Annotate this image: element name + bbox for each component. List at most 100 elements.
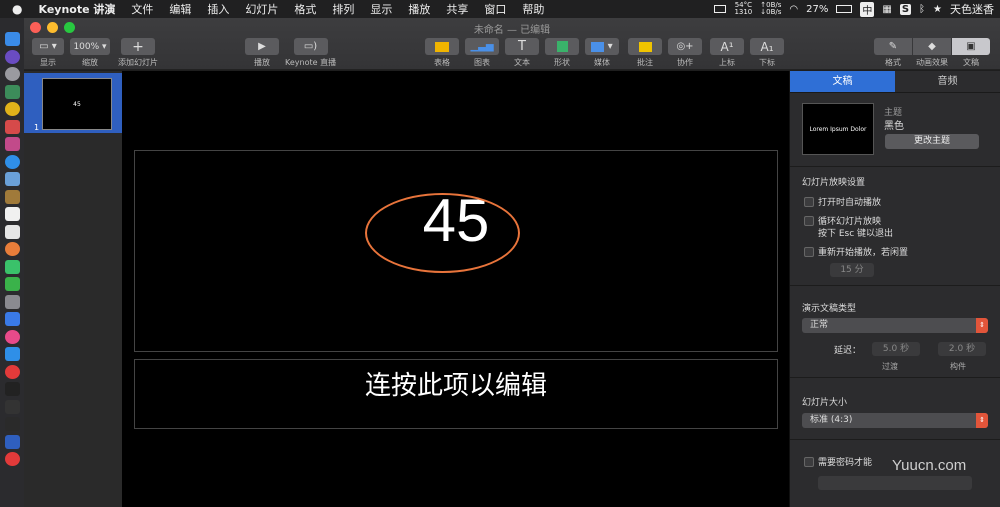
slide-thumbnail[interactable]: 45	[42, 78, 112, 130]
menu-share[interactable]: 共享	[438, 1, 476, 17]
autoplay-checkbox[interactable]: 打开时自动播放	[804, 195, 881, 208]
terminal-icon[interactable]	[4, 382, 20, 396]
transition-delay-field[interactable]: 5.0 秒	[872, 342, 920, 356]
menu-arrange[interactable]: 排列	[324, 1, 362, 17]
body-placeholder[interactable]: 连按此项以编辑	[134, 359, 778, 429]
presentation-type-heading: 演示文稿类型	[802, 304, 857, 314]
s-app-icon[interactable]: S	[899, 3, 912, 15]
collaborate-button[interactable]: ◎+	[668, 38, 702, 55]
finder-icon[interactable]	[4, 32, 20, 46]
photos-icon[interactable]	[4, 242, 20, 256]
app-icon-red[interactable]	[4, 119, 20, 134]
menu-insert[interactable]: 插入	[199, 1, 237, 17]
battery-icon[interactable]	[836, 5, 853, 13]
media-button[interactable]: ▾	[585, 38, 619, 55]
menu-app[interactable]: Keynote 讲演	[30, 1, 123, 17]
yandex-icon[interactable]	[4, 452, 20, 466]
zoom-select[interactable]: 100% ▾	[70, 38, 110, 55]
table-button[interactable]	[425, 38, 459, 55]
menu-help[interactable]: 帮助	[514, 1, 552, 17]
temp-readout[interactable]: 54°C 1310	[734, 2, 752, 16]
slide-body-text[interactable]: 连按此项以编辑	[135, 365, 777, 402]
activity-monitor-icon[interactable]	[4, 399, 20, 414]
subscript-control: A₁ 下标	[750, 38, 784, 68]
comment-button[interactable]	[628, 38, 662, 55]
table-control: 表格	[425, 38, 459, 68]
chart-control: ▁▃▅ 图表	[465, 38, 499, 68]
apple-icon[interactable]: ●	[0, 2, 30, 16]
theme-name: 黑色	[884, 121, 904, 132]
system-preferences-icon[interactable]	[4, 294, 20, 309]
itunes-icon[interactable]	[4, 329, 20, 344]
collaborate-icon: ◎+	[676, 41, 694, 52]
battery-percent: 27%	[806, 3, 829, 15]
format-button[interactable]: ✎	[874, 38, 912, 55]
bluetooth-icon[interactable]: ᛒ	[919, 4, 925, 15]
menu-format[interactable]: 格式	[286, 1, 324, 17]
tab-document[interactable]: 文稿	[790, 71, 895, 92]
view-button[interactable]: ▭ ▾	[32, 38, 64, 55]
document-button[interactable]: ▣	[952, 38, 990, 55]
android-studio-icon[interactable]	[4, 84, 20, 99]
tab-audio[interactable]: 音频	[895, 71, 1000, 92]
calendar-icon[interactable]	[4, 207, 20, 221]
slide-canvas[interactable]: 45 连按此项以编辑	[122, 71, 789, 507]
preview-icon[interactable]	[4, 172, 20, 186]
menu-file[interactable]: 文件	[123, 1, 161, 17]
subscript-button[interactable]: A₁	[750, 38, 784, 55]
require-password-checkbox[interactable]: 需要密码才能	[804, 455, 872, 468]
monitor-icon[interactable]	[714, 5, 727, 13]
user-name[interactable]: 天色迷香	[950, 1, 994, 17]
messages-icon[interactable]	[4, 259, 20, 274]
console-icon[interactable]	[4, 417, 20, 431]
format-control: ✎ 格式	[874, 38, 912, 68]
keynote-live-icon: ▭)	[303, 41, 318, 52]
reminders-icon[interactable]	[4, 224, 20, 239]
change-theme-button[interactable]: 更改主题	[885, 134, 979, 149]
keynote-live-button[interactable]: ▭)	[293, 38, 328, 55]
wifi-icon[interactable]: ◠	[789, 4, 798, 15]
restart-idle-checkbox[interactable]: 重新开始播放，若闲置	[804, 245, 908, 258]
checkbox-box	[804, 456, 814, 467]
slide-thumbnail-selected[interactable]: 1 45	[24, 73, 122, 133]
paintbrush-icon: ✎	[888, 41, 898, 52]
build-delay-field[interactable]: 2.0 秒	[938, 342, 986, 356]
collaborate-label: 协作	[677, 58, 693, 67]
menu-play[interactable]: 播放	[400, 1, 438, 17]
keynote-icon[interactable]	[4, 312, 20, 326]
vivaldi-icon[interactable]	[4, 364, 20, 379]
slide-size-select[interactable]: 标准 (4:3) ⇕	[802, 413, 988, 428]
format-label: 格式	[885, 58, 901, 67]
text-button[interactable]: T	[505, 38, 539, 55]
chrome-icon[interactable]	[4, 102, 20, 116]
star-icon[interactable]: ★	[933, 4, 942, 15]
menu-view[interactable]: 显示	[362, 1, 400, 17]
presentation-type-select[interactable]: 正常 ⇕	[802, 318, 988, 333]
slideshow-settings-heading: 幻灯片放映设置	[802, 178, 866, 188]
grid-icon[interactable]: ▦	[882, 4, 891, 15]
app-store-icon[interactable]	[4, 347, 20, 361]
network-readout[interactable]: ↑0B/s ↓0B/s	[760, 2, 781, 16]
set-password-button[interactable]	[818, 476, 972, 490]
notes-icon[interactable]	[4, 189, 20, 204]
fan-rpm: 1310	[734, 8, 753, 16]
chart-button[interactable]: ▁▃▅	[465, 38, 499, 55]
theme-preview[interactable]: Lorem Ipsum Dolor	[802, 103, 874, 155]
add-slide-button[interactable]: +	[121, 38, 155, 55]
loop-hint: 按下 Esc 键以退出	[818, 229, 894, 239]
safari-icon[interactable]	[4, 154, 20, 169]
idle-minutes-field[interactable]: 15 分	[830, 263, 874, 277]
siri-icon[interactable]	[4, 49, 20, 64]
menu-slide[interactable]: 幻灯片	[237, 1, 286, 17]
wechat-icon[interactable]	[4, 277, 20, 291]
superscript-button[interactable]: A¹	[710, 38, 744, 55]
input-method[interactable]: 中	[860, 1, 875, 17]
menu-edit[interactable]: 编辑	[161, 1, 199, 17]
shape-button[interactable]	[545, 38, 579, 55]
app-icon-pink[interactable]	[4, 137, 20, 151]
launchpad-icon[interactable]	[4, 67, 20, 81]
play-button[interactable]: ▶	[245, 38, 279, 55]
vpn-icon[interactable]	[4, 434, 20, 449]
menu-window[interactable]: 窗口	[476, 1, 514, 17]
animate-button[interactable]: ◆	[913, 38, 951, 55]
